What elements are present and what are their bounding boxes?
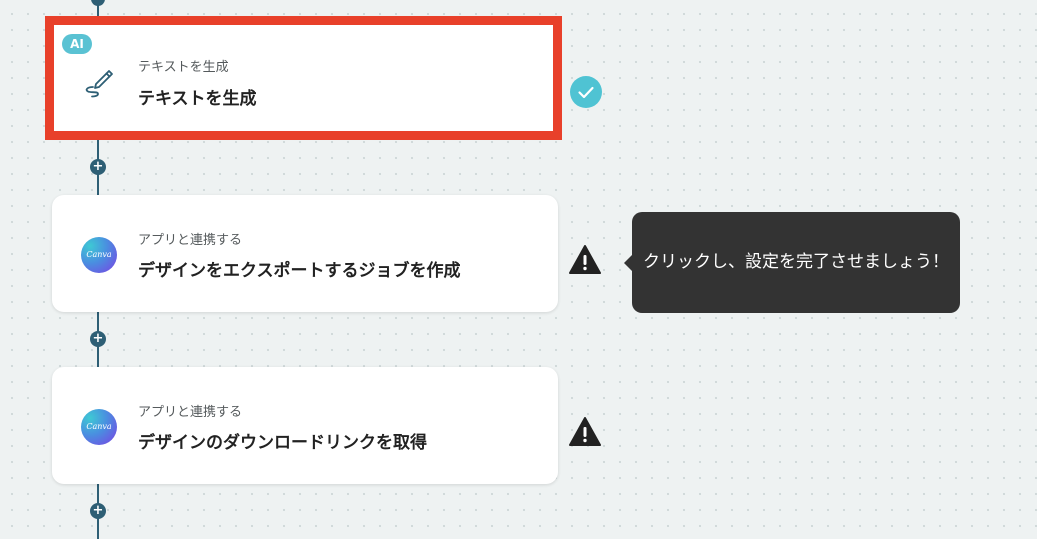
warning-icon xyxy=(569,244,601,276)
ai-badge: AI xyxy=(62,34,92,54)
canva-logo: Canva xyxy=(81,237,117,273)
step-title: デザインをエクスポートするジョブを作成 xyxy=(138,261,461,281)
add-step-button[interactable]: + xyxy=(90,159,106,175)
step-title: テキストを生成 xyxy=(138,89,257,109)
add-step-button[interactable]: + xyxy=(90,503,106,519)
warning-icon xyxy=(569,416,601,448)
flow-connector-dot xyxy=(91,0,105,6)
add-step-button[interactable]: + xyxy=(90,331,106,347)
setup-tooltip: クリックし、設定を完了させましょう！ xyxy=(632,212,960,313)
step-subtitle: テキストを生成 xyxy=(138,60,229,75)
step-card-create-export-job[interactable]: Canva アプリと連携する デザインをエクスポートするジョブを作成 xyxy=(52,195,558,312)
step-card-generate-text[interactable]: AI テキストを生成 テキストを生成 xyxy=(45,16,562,140)
tooltip-arrow xyxy=(624,255,632,271)
pen-signature-icon xyxy=(80,62,116,98)
canva-logo: Canva xyxy=(81,409,117,445)
check-circle-icon xyxy=(570,76,602,108)
step-subtitle: アプリと連携する xyxy=(138,233,243,248)
step-title: デザインのダウンロードリンクを取得 xyxy=(138,433,427,453)
step-subtitle: アプリと連携する xyxy=(138,405,243,420)
step-card-get-download-link[interactable]: Canva アプリと連携する デザインのダウンロードリンクを取得 xyxy=(52,367,558,484)
